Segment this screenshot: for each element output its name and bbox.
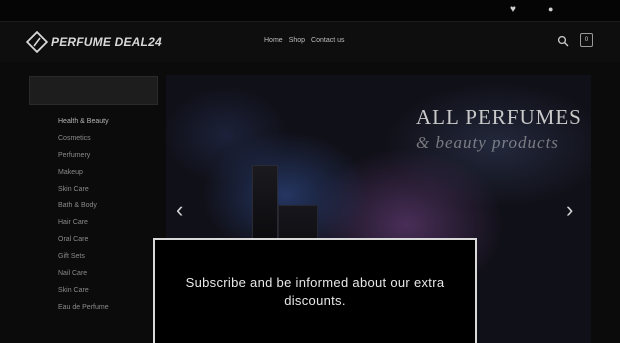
category-item[interactable]: Eau de Perfume xyxy=(58,304,109,321)
category-item[interactable]: Perfumery xyxy=(58,152,109,169)
category-item[interactable]: Skin Care xyxy=(58,287,109,304)
nav-shop[interactable]: Shop xyxy=(289,37,305,44)
category-item[interactable]: Health & Beauty xyxy=(58,118,109,135)
chevron-right-icon[interactable]: › xyxy=(566,197,573,223)
cart-count: 0 xyxy=(584,37,589,43)
subscribe-popup: Subscribe and be informed about our extr… xyxy=(153,238,477,343)
site-header: PERFUME DEAL24 Home Shop Contact us 0 xyxy=(0,22,620,62)
category-item[interactable]: Gift Sets xyxy=(58,253,109,270)
category-item[interactable]: Bath & Body xyxy=(58,202,109,219)
categories-header[interactable] xyxy=(29,76,158,105)
cart-button[interactable]: 0 xyxy=(580,33,593,47)
category-item[interactable]: Cosmetics xyxy=(58,135,109,152)
site-logo[interactable]: PERFUME DEAL24 xyxy=(26,31,162,53)
search-icon[interactable] xyxy=(557,35,569,47)
category-item[interactable]: Skin Care xyxy=(58,186,109,203)
nav-contact-us[interactable]: Contact us xyxy=(311,37,344,44)
category-item[interactable]: Nail Care xyxy=(58,270,109,287)
chevron-left-icon[interactable]: ‹ xyxy=(176,197,183,223)
banner-subtitle: & beauty products xyxy=(416,133,559,152)
logo-mark-icon xyxy=(26,31,48,53)
subscribe-message: Subscribe and be informed about our extr… xyxy=(185,275,445,308)
top-bar: ♥ ● xyxy=(0,0,620,22)
nav-home[interactable]: Home xyxy=(264,37,283,44)
category-item[interactable]: Oral Care xyxy=(58,236,109,253)
main-nav: Home Shop Contact us xyxy=(264,37,345,44)
banner-title: ALL PERFUMES xyxy=(416,105,582,129)
logo-text: PERFUME DEAL24 xyxy=(51,35,162,49)
category-list: Health & Beauty Cosmetics Perfumery Make… xyxy=(58,118,109,321)
user-icon[interactable]: ● xyxy=(548,4,553,14)
category-item[interactable]: Makeup xyxy=(58,169,109,186)
heart-icon[interactable]: ♥ xyxy=(510,4,516,15)
category-item[interactable]: Hair Care xyxy=(58,219,109,236)
